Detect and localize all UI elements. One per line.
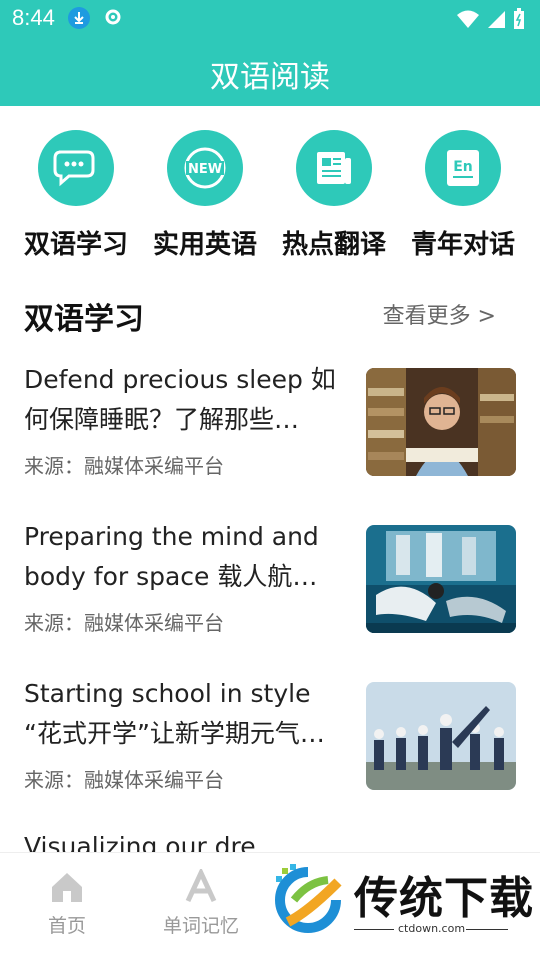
article-source: 来源：融媒体采编平台 <box>24 611 224 635</box>
status-time: 8:44 <box>12 5 55 30</box>
article-title: Defend precious sleep 如何保障睡眠？了解那些… <box>24 365 336 434</box>
app-bar: 双语阅读 <box>0 36 540 106</box>
article-source: 来源：融媒体采编平台 <box>24 768 224 792</box>
page-title: 双语阅读 <box>210 60 330 95</box>
nav-home[interactable]: 首页 <box>12 867 122 938</box>
en-card-icon: En <box>425 130 501 206</box>
category-label: 实用英语 <box>152 230 257 260</box>
category-bilingual[interactable]: 双语学习 <box>11 130 141 261</box>
article-thumbnail <box>366 682 516 790</box>
wifi-icon <box>456 9 480 33</box>
watermark-brand: 传统下载 <box>354 873 534 924</box>
category-row: 双语学习 NEW 实用英语 热点翻译 En 青年对话 <box>0 130 540 260</box>
list-item[interactable]: Starting school in style “花式开学”让新学期元气… 来… <box>0 674 540 824</box>
category-practical-english[interactable]: NEW 实用英语 <box>140 130 270 261</box>
battery-icon <box>512 8 526 34</box>
download-icon <box>68 7 90 29</box>
watermark-url: ctdown.com <box>398 922 466 935</box>
article-thumbnail <box>366 368 516 476</box>
letter-a-icon <box>146 867 256 907</box>
category-label: 热点翻译 <box>281 230 386 260</box>
svg-text:En: En <box>453 159 473 175</box>
article-source: 来源：融媒体采编平台 <box>24 454 224 478</box>
section-title: 双语学习 <box>24 302 144 337</box>
category-label: 青年对话 <box>410 230 515 260</box>
nav-word-memory[interactable]: 单词记忆 <box>146 867 256 938</box>
home-icon <box>12 867 122 907</box>
article-title-partial[interactable]: Visualizing our dre <box>24 832 256 852</box>
signal-icon <box>486 9 506 33</box>
view-more-link[interactable]: 查看更多 > <box>383 298 496 330</box>
list-item[interactable]: Defend precious sleep 如何保障睡眠？了解那些… 来源：融媒… <box>0 360 540 510</box>
category-label: 双语学习 <box>23 230 128 260</box>
nav-label: 首页 <box>47 915 86 937</box>
status-bar: 8:44 <box>0 0 540 36</box>
list-item[interactable]: Preparing the mind and body for space 载人… <box>0 517 540 667</box>
new-badge-icon: NEW <box>167 130 243 206</box>
gear-icon <box>102 6 124 32</box>
article-title: Preparing the mind and body for space 载人… <box>24 522 319 591</box>
nav-label: 单词记忆 <box>162 915 239 937</box>
article-thumbnail <box>366 525 516 633</box>
svg-text:NEW: NEW <box>188 162 222 177</box>
watermark-divider <box>466 929 508 930</box>
category-youth-dialogue[interactable]: En 青年对话 <box>398 130 528 261</box>
chat-bubbles-icon <box>38 130 114 206</box>
newspaper-icon <box>296 130 372 206</box>
watermark-divider <box>354 929 394 930</box>
watermark-logo-icon <box>268 862 348 942</box>
category-hot-translation[interactable]: 热点翻译 <box>269 130 399 261</box>
article-title: Starting school in style “花式开学”让新学期元气… <box>24 679 325 748</box>
